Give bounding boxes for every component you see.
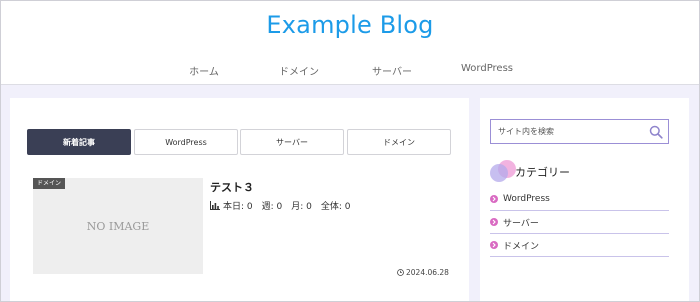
category-label: ドメイン: [503, 241, 540, 252]
search-icon: [649, 125, 663, 139]
post-stats-text: 本日: 0 週: 0 月: 0 全体: 0: [223, 202, 351, 212]
tab-domain[interactable]: ドメイン: [347, 129, 451, 155]
tab-server[interactable]: サーバー: [240, 129, 344, 155]
tab-new-posts[interactable]: 新着記事: [27, 129, 131, 155]
category-item-wordpress[interactable]: WordPress: [490, 188, 669, 211]
nav-item-server[interactable]: サーバー: [372, 63, 412, 78]
search-form: [490, 119, 669, 144]
post-title[interactable]: テスト３: [210, 179, 254, 195]
category-list: WordPress サーバー ドメイン: [490, 188, 669, 257]
global-nav: ホーム ドメイン サーバー WordPress: [1, 63, 699, 79]
post-category-badge: ドメイン: [33, 178, 66, 189]
no-image-placeholder: NO IMAGE: [86, 219, 150, 233]
category-item-server[interactable]: サーバー: [490, 211, 669, 234]
sidebar: カテゴリー WordPress サーバー ドメイン: [480, 98, 689, 302]
category-widget-header: カテゴリー: [490, 157, 670, 183]
tab-wordpress[interactable]: WordPress: [134, 129, 238, 155]
chevron-circle-icon: [490, 195, 498, 203]
category-item-domain[interactable]: ドメイン: [490, 234, 669, 257]
post-date-text: 2024.06.28: [406, 268, 449, 277]
post-view-stats: 本日: 0 週: 0 月: 0 全体: 0: [210, 199, 350, 212]
chevron-circle-icon: [490, 218, 498, 226]
category-label: サーバー: [503, 218, 539, 229]
decorative-circle: [490, 164, 508, 182]
site-header: Example Blog ホーム ドメイン サーバー WordPress: [1, 1, 699, 85]
search-input[interactable]: [491, 120, 643, 143]
search-button[interactable]: [647, 123, 664, 140]
nav-item-wordpress[interactable]: WordPress: [461, 63, 513, 74]
nav-item-domain[interactable]: ドメイン: [279, 63, 319, 78]
bar-chart-icon: [210, 201, 220, 210]
clock-icon: [397, 269, 404, 276]
post-date: 2024.06.28: [397, 268, 449, 277]
post-thumbnail[interactable]: NO IMAGE ドメイン: [33, 178, 203, 274]
category-label: WordPress: [503, 194, 550, 204]
chevron-circle-icon: [490, 241, 498, 249]
category-widget-title: カテゴリー: [515, 166, 570, 179]
nav-item-home[interactable]: ホーム: [189, 63, 219, 78]
main-content: 新着記事 WordPress サーバー ドメイン NO IMAGE ドメイン テ…: [10, 98, 469, 302]
site-title[interactable]: Example Blog: [1, 11, 699, 39]
